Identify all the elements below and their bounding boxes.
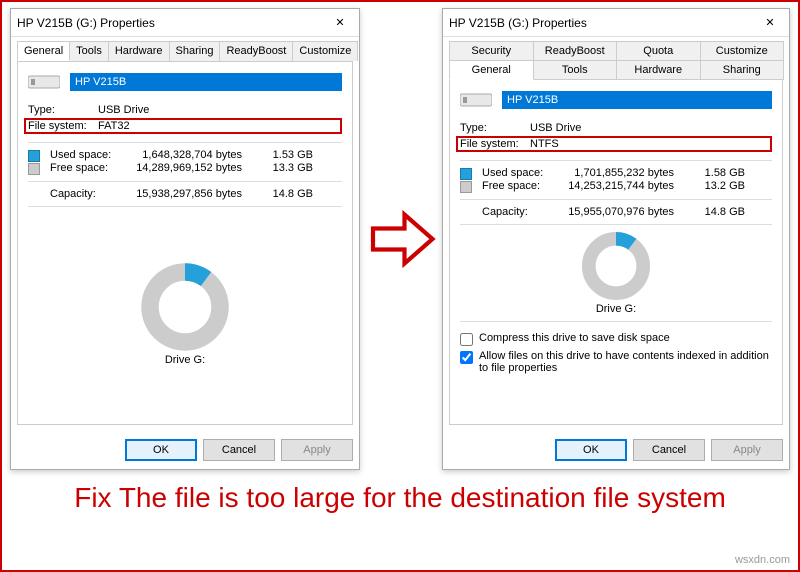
fs-value: FAT32 [98, 120, 130, 132]
free-label: Free space: [50, 162, 130, 175]
free-swatch [28, 163, 40, 175]
used-gb: 1.58 GB [690, 167, 745, 180]
tab-hardware[interactable]: Hardware [108, 41, 170, 61]
titlebar: HP V215B (G:) Properties ✕ [443, 9, 789, 37]
tab-security[interactable]: Security [449, 41, 534, 60]
drive-letter-label: Drive G: [165, 354, 205, 366]
tab-quota[interactable]: Quota [616, 41, 701, 60]
tabs-row: General Tools Hardware Sharing ReadyBoos… [17, 41, 353, 61]
used-swatch [28, 150, 40, 162]
cap-label: Capacity: [482, 206, 562, 218]
free-label: Free space: [482, 180, 562, 193]
free-swatch [460, 181, 472, 193]
usage-donut-icon [581, 231, 651, 301]
tab-customize[interactable]: Customize [700, 41, 785, 60]
tab-sharing[interactable]: Sharing [169, 41, 221, 61]
type-value: USB Drive [530, 122, 581, 134]
tab-customize[interactable]: Customize [292, 41, 358, 61]
free-bytes: 14,253,215,744 bytes [566, 180, 686, 193]
cancel-button[interactable]: Cancel [633, 439, 705, 461]
window-title: HP V215B (G:) Properties [17, 16, 327, 30]
fs-label: File system: [460, 138, 530, 150]
tab-tools[interactable]: Tools [69, 41, 109, 61]
drive-icon [460, 90, 492, 110]
titlebar: HP V215B (G:) Properties ✕ [11, 9, 359, 37]
tab-readyboost[interactable]: ReadyBoost [533, 41, 618, 60]
arrow-section [366, 8, 436, 470]
fs-label: File system: [28, 120, 98, 132]
cap-bytes: 15,938,297,856 bytes [134, 188, 254, 200]
cap-bytes: 15,955,070,976 bytes [566, 206, 686, 218]
properties-dialog-left: HP V215B (G:) Properties ✕ General Tools… [10, 8, 360, 470]
cap-gb: 14.8 GB [690, 206, 745, 218]
index-checkbox-row[interactable]: Allow files on this drive to have conten… [460, 350, 772, 374]
used-swatch [460, 168, 472, 180]
apply-button[interactable]: Apply [281, 439, 353, 461]
free-gb: 13.3 GB [258, 162, 313, 175]
close-button[interactable]: ✕ [327, 13, 353, 33]
usage-donut-icon [140, 262, 230, 352]
tab-readyboost[interactable]: ReadyBoost [219, 41, 293, 61]
drive-letter-label: Drive G: [596, 303, 636, 315]
ok-button[interactable]: OK [555, 439, 627, 461]
fs-value: NTFS [530, 138, 559, 150]
drive-icon [28, 72, 60, 92]
window-title: HP V215B (G:) Properties [449, 16, 757, 30]
type-label: Type: [28, 104, 98, 116]
caption-text: Fix The file is too large for the destin… [2, 476, 798, 528]
used-label: Used space: [482, 167, 562, 180]
apply-button[interactable]: Apply [711, 439, 783, 461]
drive-name-input[interactable] [502, 91, 772, 109]
free-bytes: 14,289,969,152 bytes [134, 162, 254, 175]
compress-checkbox[interactable] [460, 333, 473, 346]
used-bytes: 1,648,328,704 bytes [134, 149, 254, 162]
type-value: USB Drive [98, 104, 149, 116]
tab-tools[interactable]: Tools [533, 60, 618, 80]
compress-checkbox-row[interactable]: Compress this drive to save disk space [460, 332, 772, 346]
type-label: Type: [460, 122, 530, 134]
tab-sharing[interactable]: Sharing [700, 60, 785, 80]
cap-gb: 14.8 GB [258, 188, 313, 200]
tab-general[interactable]: General [449, 60, 534, 80]
cancel-button[interactable]: Cancel [203, 439, 275, 461]
tab-general[interactable]: General [17, 41, 70, 61]
free-gb: 13.2 GB [690, 180, 745, 193]
index-checkbox[interactable] [460, 351, 473, 364]
properties-dialog-right: HP V215B (G:) Properties ✕ Security Read… [442, 8, 790, 470]
used-bytes: 1,701,855,232 bytes [566, 167, 686, 180]
cap-label: Capacity: [50, 188, 130, 200]
tab-hardware[interactable]: Hardware [616, 60, 701, 80]
ok-button[interactable]: OK [125, 439, 197, 461]
used-label: Used space: [50, 149, 130, 162]
used-gb: 1.53 GB [258, 149, 313, 162]
arrow-right-icon [366, 204, 436, 274]
close-button[interactable]: ✕ [757, 13, 783, 33]
drive-name-input[interactable] [70, 73, 342, 91]
watermark: wsxdn.com [735, 554, 790, 566]
